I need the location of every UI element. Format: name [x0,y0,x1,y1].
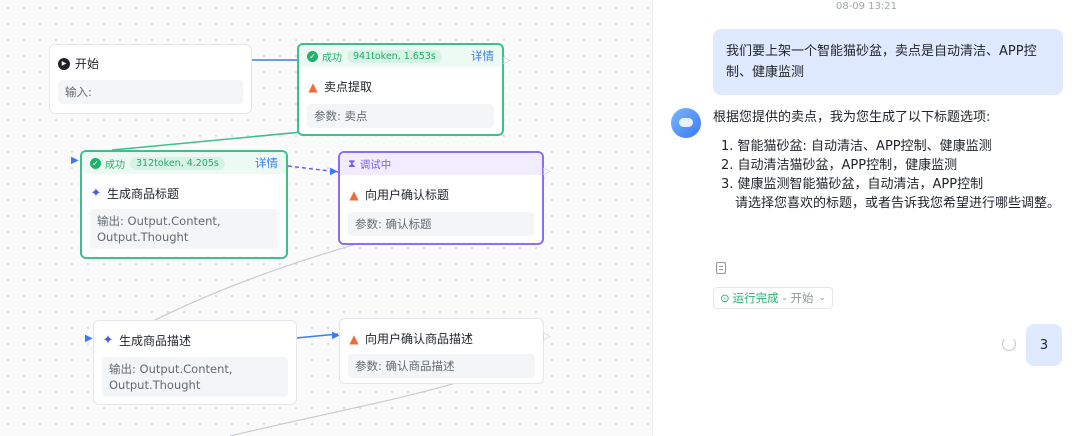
node-param: 参数: 确认商品描述 [348,354,535,378]
input-port-icon[interactable]: ▶ [71,155,79,166]
llm-icon: ▲ [349,187,359,202]
output-port-icon[interactable]: ▷ [543,166,551,177]
run-from-label: - 开始 [782,291,814,305]
input-port-icon[interactable]: ▶ [330,166,338,177]
token-badge: 312token, 4.205s [130,156,225,170]
node-generate-title[interactable]: ✓ 成功 312token, 4.205s 详情 ✦ 生成商品标题 输出: Ou… [80,150,288,259]
hourglass-icon: ⧗ [348,157,356,170]
llm-icon: ▲ [349,331,359,346]
success-icon: ✓ [90,157,101,169]
title-option: 1. 智能猫砂盆: 自动清洁、APP控制、健康监测 [721,139,992,154]
run-status-dropdown[interactable]: ⊙ 运行完成 - 开始 ⌄ [713,287,833,309]
node-selling-points[interactable]: ✓ 成功 941token, 1.653s 详情 ▲ 卖点提取 参数: 卖点 [297,43,504,136]
node-generate-description[interactable]: ✦ 生成商品描述 输出: Output.Content, Output.Thou… [93,320,297,405]
status-label: 调试中 [359,158,392,171]
node-start[interactable]: ▶ 开始 输入: [49,44,252,114]
status-label: 成功 [322,52,342,64]
input-port-icon[interactable]: ▶ [85,333,93,344]
node-title: 生成商品标题 [107,187,180,201]
sparkle-icon: ✦ [90,186,102,201]
details-link[interactable]: 详情 [255,155,278,171]
title-option: 2. 自动清洁猫砂盆，APP控制，健康监测 [721,158,958,173]
user-message: 我们要上架一个智能猫砂盆，卖点是自动清洁、APP控制、健康监测 [713,29,1063,95]
node-title: 生成商品描述 [119,334,192,348]
check-circle-icon: ⊙ [720,291,730,305]
chevron-down-icon: ⌄ [818,293,826,303]
loading-spinner-icon [1002,337,1016,351]
bot-tail: 请选择您喜欢的标题，或者告诉我您希望进行哪些调整。 [735,196,1061,211]
bot-avatar [671,108,701,138]
bot-message: 根据您提供的卖点，我为您生成了以下标题选项: 1. 智能猫砂盆: 自动清洁、AP… [713,108,1073,213]
node-param: 参数: 确认标题 [348,212,534,236]
output-port-icon[interactable]: ▷ [503,55,511,66]
llm-icon: ▲ [308,79,318,94]
output-port-icon[interactable]: ▷ [543,331,551,342]
node-confirm-title[interactable]: ⧗ 调试中 ▲ 向用户确认标题 参数: 确认标题 [338,151,544,245]
bot-lead: 根据您提供的卖点，我为您生成了以下标题选项: [713,110,991,125]
title-option: 3. 健康监测智能猫砂盆，自动清洁，APP控制 [721,177,984,192]
node-output: 输出: Output.Content, Output.Thought [90,209,278,249]
success-icon: ✓ [307,50,318,62]
workflow-canvas[interactable]: ▶ 开始 输入: ✓ 成功 941token, 1.653s 详情 ▲ 卖点提取… [0,0,652,436]
node-title: 开始 [75,57,100,71]
node-title: 向用户确认商品描述 [365,332,474,346]
user-reply: 3 [1026,324,1062,366]
run-status-label: 运行完成 [732,291,779,305]
node-title: 向用户确认标题 [365,188,450,202]
node-input-field: 输入: [58,80,243,104]
status-label: 成功 [105,159,125,171]
play-icon: ▶ [58,57,70,70]
copy-icon[interactable] [716,262,726,274]
node-title: 卖点提取 [324,80,373,94]
message-timestamp: 08-09 13:21 [835,1,898,12]
node-param: 参数: 卖点 [307,104,494,128]
node-output: 输出: Output.Content, Output.Thought [102,357,288,397]
chat-panel: 08-09 13:21 我们要上架一个智能猫砂盆，卖点是自动清洁、APP控制、健… [652,0,1080,436]
sparkle-icon: ✦ [102,333,114,348]
node-confirm-description[interactable]: ▲ 向用户确认商品描述 参数: 确认商品描述 [339,318,544,384]
details-link[interactable]: 详情 [471,48,494,64]
token-badge: 941token, 1.653s [347,49,442,63]
